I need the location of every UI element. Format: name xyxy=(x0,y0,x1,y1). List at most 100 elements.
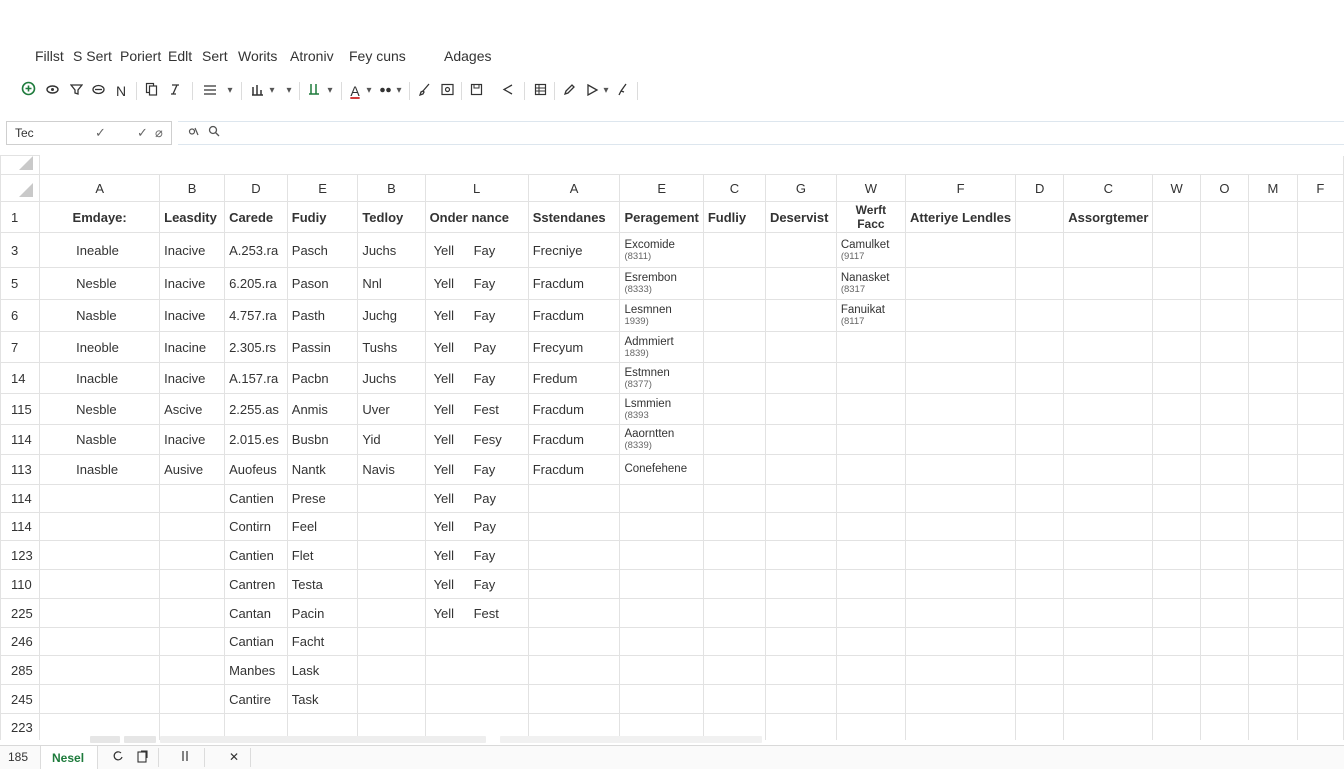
cell[interactable] xyxy=(1296,454,1344,485)
row-number[interactable]: 1 xyxy=(0,201,41,233)
cell[interactable]: Cantien xyxy=(224,540,288,570)
cell[interactable]: Juchs xyxy=(357,232,426,268)
cell[interactable]: A.253.ra xyxy=(224,232,288,268)
menu-item-sert[interactable]: Sert xyxy=(202,48,228,64)
menu-item-edit[interactable]: Edlt xyxy=(168,48,192,64)
cell[interactable] xyxy=(702,598,766,628)
column-header[interactable]: D xyxy=(1015,174,1065,202)
cell[interactable] xyxy=(1152,484,1201,513)
horizontal-scrollbar[interactable] xyxy=(160,736,486,743)
cell[interactable] xyxy=(904,512,1017,541)
cell[interactable]: Tushs xyxy=(357,331,426,363)
column-header[interactable]: E xyxy=(286,174,359,202)
column-header[interactable]: W xyxy=(1152,174,1201,202)
cell[interactable] xyxy=(1152,540,1201,570)
bold-icon[interactable]: N xyxy=(114,81,128,101)
cell[interactable] xyxy=(1296,299,1344,332)
row-number[interactable]: 245 xyxy=(0,684,41,714)
cell[interactable] xyxy=(527,540,621,570)
cell[interactable] xyxy=(904,331,1017,363)
menu-item-sort[interactable]: S Sert xyxy=(73,48,112,64)
cell[interactable]: Pasch xyxy=(286,232,359,268)
column-header[interactable]: O xyxy=(1199,174,1250,202)
header-cell[interactable]: Sstendanes xyxy=(527,201,621,233)
cell[interactable] xyxy=(1296,424,1344,455)
cell[interactable] xyxy=(527,684,621,714)
cell[interactable] xyxy=(1248,267,1298,300)
cell[interactable] xyxy=(702,627,766,656)
cell[interactable] xyxy=(159,598,226,628)
cell[interactable]: Inacine xyxy=(159,331,226,363)
cell[interactable] xyxy=(1248,393,1298,425)
cell[interactable]: Fanuikat (8117 xyxy=(835,299,906,332)
cell[interactable]: Flet xyxy=(286,540,359,570)
cell[interactable] xyxy=(702,569,766,599)
cell[interactable]: Inacive xyxy=(159,232,226,268)
cell[interactable] xyxy=(904,484,1017,513)
cell[interactable] xyxy=(1152,713,1201,740)
cell[interactable]: Yell Fay xyxy=(424,362,529,394)
cell[interactable] xyxy=(1152,299,1201,332)
row-number[interactable]: 115 xyxy=(0,393,41,425)
cell[interactable] xyxy=(764,232,837,268)
cell[interactable]: Yell Fay xyxy=(424,569,529,599)
cell[interactable] xyxy=(764,424,837,455)
cell[interactable] xyxy=(39,684,161,714)
bar-icon[interactable] xyxy=(307,81,321,101)
cell[interactable] xyxy=(1296,512,1344,541)
cell[interactable]: Cantian xyxy=(224,627,288,656)
sheet-tab[interactable]: Nesel xyxy=(40,746,98,769)
cell[interactable] xyxy=(357,627,426,656)
cell[interactable] xyxy=(1248,331,1298,363)
cell[interactable]: Feel xyxy=(286,512,359,541)
cell[interactable]: Lesmnen 1939) xyxy=(619,299,704,332)
header-cell[interactable]: Peragement xyxy=(619,201,704,233)
scroll-thumb[interactable] xyxy=(124,736,156,743)
cell[interactable]: Yell Pay xyxy=(424,484,529,513)
cell[interactable] xyxy=(1248,299,1298,332)
header-cell[interactable]: Tedloy xyxy=(357,201,426,233)
cell[interactable]: Cantien xyxy=(224,484,288,513)
row-number[interactable]: 225 xyxy=(0,598,41,628)
cell[interactable]: Inasble xyxy=(39,454,161,485)
cell[interactable]: Inacive xyxy=(159,424,226,455)
column-header[interactable]: F xyxy=(904,174,1017,202)
cell[interactable] xyxy=(159,569,226,599)
share-icon[interactable] xyxy=(500,81,514,101)
row-number[interactable]: 5 xyxy=(0,267,41,300)
cell[interactable] xyxy=(1063,362,1154,394)
brush-icon[interactable] xyxy=(417,81,431,101)
header-cell[interactable] xyxy=(1152,201,1201,233)
cell[interactable]: Yell Fay xyxy=(424,232,529,268)
cell[interactable] xyxy=(904,454,1017,485)
cell[interactable]: Uver xyxy=(357,393,426,425)
select-all-corner[interactable] xyxy=(0,155,41,175)
cell[interactable] xyxy=(1063,540,1154,570)
cell[interactable] xyxy=(764,655,837,685)
cell[interactable] xyxy=(619,512,704,541)
cell[interactable]: Nasble xyxy=(39,299,161,332)
cell[interactable] xyxy=(1296,540,1344,570)
cell[interactable] xyxy=(1015,540,1065,570)
chevron-down-icon[interactable]: ▾ xyxy=(325,81,335,101)
cell[interactable]: Cantan xyxy=(224,598,288,628)
cell[interactable] xyxy=(1199,627,1250,656)
cell[interactable] xyxy=(904,540,1017,570)
cell[interactable] xyxy=(702,232,766,268)
header-cell[interactable]: Fudiy xyxy=(286,201,359,233)
cell[interactable] xyxy=(764,627,837,656)
cell[interactable]: Excomide (8311) xyxy=(619,232,704,268)
cell[interactable] xyxy=(1248,454,1298,485)
cell[interactable] xyxy=(1296,484,1344,513)
header-cell[interactable]: Werft Facc xyxy=(835,201,906,233)
row-number[interactable]: 3 xyxy=(0,232,41,268)
cell[interactable]: Estmnen (8377) xyxy=(619,362,704,394)
cell[interactable] xyxy=(424,627,529,656)
cell[interactable] xyxy=(1248,684,1298,714)
cell[interactable] xyxy=(527,512,621,541)
cell[interactable] xyxy=(1152,393,1201,425)
cell[interactable] xyxy=(835,393,906,425)
cell[interactable] xyxy=(357,569,426,599)
cell[interactable]: Busbn xyxy=(286,424,359,455)
cell[interactable] xyxy=(1199,569,1250,599)
